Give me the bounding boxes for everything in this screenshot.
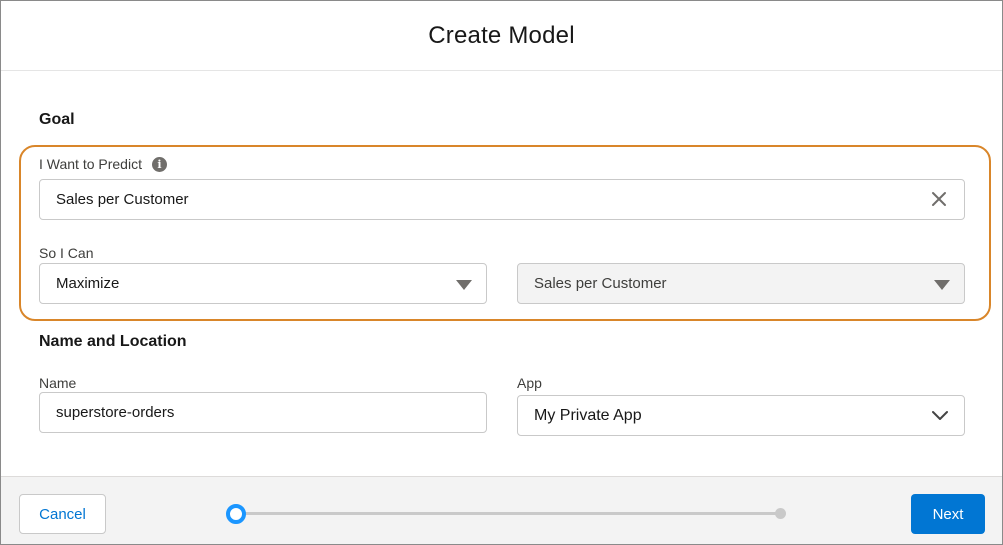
predict-field-label: I Want to Predict i bbox=[39, 156, 167, 172]
target-select[interactable]: Sales per Customer bbox=[517, 263, 965, 304]
name-location-section-title: Name and Location bbox=[39, 333, 187, 350]
so-i-can-label: So I Can bbox=[39, 245, 94, 261]
create-model-modal: Create Model Goal I Want to Predict i Sa… bbox=[0, 0, 1003, 545]
caret-down-icon bbox=[934, 280, 950, 290]
name-input-value: superstore-orders bbox=[56, 404, 175, 421]
info-icon[interactable]: i bbox=[151, 156, 167, 172]
goal-section-title: Goal bbox=[39, 111, 75, 128]
modal-header: Create Model bbox=[1, 1, 1002, 71]
app-select[interactable]: My Private App bbox=[517, 395, 965, 436]
progress-step-1[interactable] bbox=[226, 504, 246, 524]
progress-step-2[interactable] bbox=[775, 508, 786, 519]
predict-input-value: Sales per Customer bbox=[56, 191, 189, 208]
chevron-down-icon bbox=[932, 411, 948, 420]
close-icon[interactable] bbox=[930, 190, 948, 208]
target-select-value: Sales per Customer bbox=[534, 275, 667, 292]
app-label: App bbox=[517, 375, 542, 391]
cancel-button[interactable]: Cancel bbox=[19, 494, 106, 534]
action-select[interactable]: Maximize bbox=[39, 263, 487, 304]
name-input[interactable]: superstore-orders bbox=[39, 392, 487, 433]
modal-footer: Cancel Next bbox=[1, 476, 1002, 544]
modal-title: Create Model bbox=[428, 21, 575, 49]
action-select-value: Maximize bbox=[56, 275, 120, 292]
progress-track bbox=[245, 512, 777, 515]
predict-label-text: I Want to Predict bbox=[39, 156, 142, 172]
caret-down-icon bbox=[456, 280, 472, 290]
app-select-value: My Private App bbox=[534, 406, 642, 424]
name-label: Name bbox=[39, 375, 77, 391]
next-button[interactable]: Next bbox=[911, 494, 985, 534]
predict-input[interactable]: Sales per Customer bbox=[39, 179, 965, 220]
